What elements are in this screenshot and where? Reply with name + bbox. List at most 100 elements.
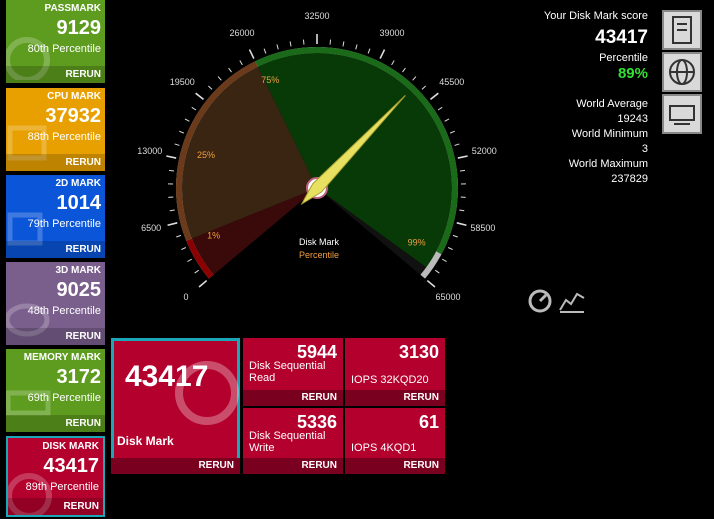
gauge-tick-label: 45500 (439, 76, 465, 87)
rerun-button[interactable]: RERUN (6, 241, 105, 258)
gauge-minor-tick (459, 209, 465, 212)
tile-score: 9025 (56, 279, 102, 301)
rerun-button[interactable]: RERUN (345, 458, 445, 474)
gauge-percentile-mark: 1% (207, 230, 220, 240)
tile-score: 43417 (43, 455, 99, 477)
tile-cpu-mark[interactable]: CPU MARK 37932 88th Percentile RERUN (6, 88, 105, 171)
test-score: 61 (418, 412, 439, 432)
gauge-minor-tick (181, 247, 187, 251)
tile-name: MEMORY MARK (23, 352, 101, 363)
test-name: IOPS 32KQD20 (351, 374, 429, 386)
gauge-minor-tick (239, 60, 243, 66)
gauge-major-tick (457, 155, 468, 159)
disk-mark-detail[interactable]: 43417 Disk Mark RERUN (111, 338, 240, 474)
rerun-button[interactable]: RERUN (6, 154, 105, 171)
tile-percentile: 88th Percentile (27, 131, 101, 143)
rerun-button[interactable]: RERUN (243, 390, 343, 406)
gauge-percentile-mark: 75% (261, 75, 279, 85)
gauge-minor-tick (454, 143, 460, 146)
tile-memory-mark[interactable]: MEMORY MARK 3172 69th Percentile RERUN (6, 349, 105, 432)
tile-3d-mark[interactable]: 3D MARK 9025 48th Percentile RERUN (6, 262, 105, 345)
gauge-minor-tick (208, 85, 213, 90)
gauge-minor-tick (263, 48, 267, 54)
gauge-minor-tick (449, 130, 455, 134)
disk-seq-read-tile[interactable]: 5944 Disk Sequential Read RERUN (243, 338, 343, 406)
tile-score: 3172 (56, 366, 102, 388)
test-name: Disk Sequential Read (249, 360, 326, 384)
world-average: 19243 (617, 113, 648, 125)
chart-view-icon[interactable] (558, 288, 586, 314)
gauge-view-icon[interactable] (527, 288, 553, 314)
world-minimum-label: World Minimum (571, 128, 648, 140)
gauge-minor-tick (342, 41, 345, 47)
system-info-button[interactable] (662, 10, 702, 50)
tile-name: DISK MARK (42, 441, 99, 452)
summary-score: 43417 (595, 27, 648, 48)
gauge-subtitle: Percentile (299, 250, 340, 260)
gauge-tick-label: 65000 (435, 291, 461, 302)
hardware-button[interactable] (662, 94, 702, 134)
gauge-tick-label: 13000 (137, 146, 163, 157)
gauge-tick-label: 39000 (379, 28, 405, 39)
gauge-major-tick (166, 155, 177, 159)
test-name: IOPS 4KQD1 (351, 442, 417, 454)
rerun-button[interactable]: RERUN (243, 458, 343, 474)
summary-percentile-label: Percentile (599, 52, 648, 64)
gauge-tick-label: 26000 (229, 28, 255, 39)
gauge-minor-tick (169, 209, 175, 212)
tile-score: 9129 (56, 17, 102, 39)
tile-percentile: 69th Percentile (27, 392, 101, 404)
gauge-minor-tick (217, 76, 222, 81)
tile-percentile: 80th Percentile (27, 43, 101, 55)
disk-seq-write-tile[interactable]: 5336 Disk Sequential Write RERUN (243, 408, 343, 474)
gauge-minor-tick (367, 48, 371, 54)
gauge-minor-tick (452, 234, 458, 238)
gauge-minor-tick (194, 269, 200, 274)
gauge-minor-tick (191, 106, 197, 111)
gauge-minor-tick (187, 258, 193, 263)
gauge-minor-tick (289, 41, 292, 47)
tile-name: 2D MARK (55, 178, 101, 189)
world-minimum: 3 (641, 143, 648, 155)
rerun-button[interactable]: RERUN (6, 415, 105, 432)
tile-passmark[interactable]: PASSMARK 9129 80th Percentile RERUN (6, 0, 105, 83)
iops-4kqd1-tile[interactable]: 61 IOPS 4KQD1 RERUN (345, 408, 445, 474)
rerun-button[interactable]: RERUN (6, 66, 105, 83)
gauge-minor-tick (179, 130, 185, 134)
summary-percentile: 89% (617, 65, 648, 82)
gauge-tick-label: 19500 (169, 76, 195, 87)
gauge-minor-tick (447, 247, 453, 251)
rerun-button[interactable]: RERUN (6, 328, 105, 345)
gauge-minor-tick (174, 143, 180, 146)
gauge-major-tick (379, 49, 386, 59)
world-button[interactable] (662, 52, 702, 92)
gauge-major-tick (456, 222, 467, 227)
tile-2d-mark[interactable]: 2D MARK 1014 79th Percentile RERUN (6, 175, 105, 258)
rerun-button[interactable]: RERUN (111, 458, 240, 474)
gauge-minor-tick (355, 44, 358, 50)
tile-name: CPU MARK (47, 91, 101, 102)
rerun-button[interactable]: RERUN (8, 498, 103, 515)
disk-mark-label: Disk Mark (117, 434, 174, 448)
iops-32kqd20-tile[interactable]: 3130 IOPS 32KQD20 RERUN (345, 338, 445, 406)
gauge-minor-tick (228, 67, 232, 73)
gauge-minor-tick (421, 85, 426, 90)
card-icon (669, 105, 695, 125)
gauge-major-tick (167, 222, 178, 227)
globe-icon (669, 59, 695, 85)
summary-heading: Your Disk Mark score (543, 10, 648, 22)
gauge-minor-tick (444, 118, 450, 122)
gauge-major-tick (195, 92, 205, 100)
gauge-percentile-mark: 25% (197, 150, 215, 160)
gauge-title: Disk Mark (299, 237, 339, 247)
gauge-minor-tick (459, 169, 466, 172)
gauge-minor-tick (441, 258, 447, 263)
rerun-button[interactable]: RERUN (345, 390, 445, 406)
gauge-major-tick (198, 279, 208, 288)
disk-mark-score: 43417 (125, 360, 209, 393)
world-maximum-label: World Maximum (568, 158, 648, 170)
gauge-minor-tick (412, 76, 417, 81)
tile-score: 37932 (45, 105, 101, 127)
tile-disk-mark[interactable]: DISK MARK 43417 89th Percentile RERUN (6, 436, 105, 517)
gauge-minor-tick (276, 44, 279, 50)
